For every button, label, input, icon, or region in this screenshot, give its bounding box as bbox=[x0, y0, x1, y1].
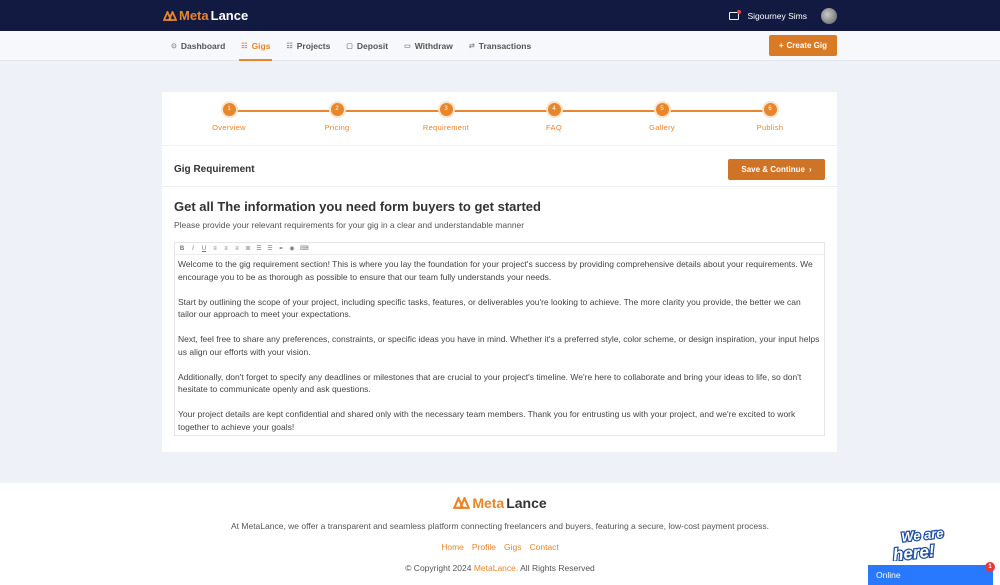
italic-icon[interactable]: I bbox=[190, 246, 196, 252]
brand-suffix: Lance bbox=[210, 8, 249, 23]
step-faq[interactable]: 4 FAQ bbox=[514, 101, 594, 132]
brand-prefix: Meta bbox=[472, 495, 505, 511]
section-header: Gig Requirement Save & Continue › bbox=[162, 152, 837, 187]
step-requirement[interactable]: 3 Requirement bbox=[406, 101, 486, 132]
user-menu[interactable]: Sigourney Sims bbox=[729, 7, 837, 24]
paragraph: Next, feel free to share any preferences… bbox=[178, 334, 820, 357]
align-right-icon[interactable]: ≡ bbox=[234, 246, 240, 252]
copyright-prefix: © Copyright 2024 bbox=[405, 563, 474, 573]
logo-mark-icon bbox=[163, 10, 177, 21]
nav-item-deposit[interactable]: ▢ Deposit bbox=[338, 31, 396, 61]
step-label: Requirement bbox=[422, 123, 470, 132]
nav-bar: ⊙ Dashboard ☷ Gigs ☷ Projects ▢ Deposit ▭ Wit… bbox=[0, 31, 1000, 61]
copyright-suffix: All Rights Reserved bbox=[518, 563, 595, 573]
user-name[interactable]: Sigourney Sims bbox=[747, 11, 807, 21]
step-label: Pricing bbox=[324, 123, 350, 132]
unordered-list-icon[interactable]: ☰ bbox=[267, 245, 273, 252]
section-title: Gig Requirement bbox=[174, 163, 255, 175]
underline-icon[interactable]: U bbox=[201, 246, 207, 252]
top-bar: Meta Lance Sigourney Sims bbox=[0, 0, 1000, 31]
step-number: 2 bbox=[328, 101, 346, 118]
footer-logo[interactable]: Meta Lance bbox=[0, 495, 1000, 511]
footer-link-gigs[interactable]: Gigs bbox=[504, 542, 521, 552]
nav-label: Deposit bbox=[356, 40, 389, 51]
chat-notification-badge: 1 bbox=[985, 562, 995, 572]
footer-link-profile[interactable]: Profile bbox=[472, 542, 496, 552]
step-overview[interactable]: 1 Overview bbox=[189, 101, 269, 132]
code-icon[interactable]: ⌨ bbox=[300, 245, 309, 252]
paragraph: Additionally, don't forget to specify an… bbox=[178, 371, 802, 395]
paragraph: Welcome to the gig requirement section! … bbox=[178, 259, 813, 282]
step-number: 3 bbox=[437, 101, 455, 118]
editor-toolbar: B I U ≡ ≡ ≡ ≣ ☰ ☰ ⚭ ◉ ⌨ bbox=[175, 243, 824, 255]
nav-label: Projects bbox=[296, 40, 331, 51]
paragraph: Your project details are kept confidenti… bbox=[178, 409, 796, 432]
page-subheading: Please provide your relevant requirement… bbox=[174, 220, 525, 230]
link-icon[interactable]: ⚭ bbox=[278, 245, 284, 252]
gigs-icon: ☷ bbox=[241, 42, 248, 50]
brand-suffix: Lance bbox=[506, 495, 547, 511]
nav-label: Withdraw bbox=[414, 40, 453, 51]
editor-content[interactable]: Welcome to the gig requirement section! … bbox=[175, 255, 824, 435]
projects-icon: ☷ bbox=[286, 42, 293, 50]
transactions-icon: ⇄ bbox=[468, 42, 475, 50]
gig-requirement-card: 1 Overview 2 Pricing 3 Requirement 4 FAQ 5 Ga… bbox=[162, 92, 837, 452]
ordered-list-icon[interactable]: ☰ bbox=[256, 245, 262, 252]
progress-stepper: 1 Overview 2 Pricing 3 Requirement 4 FAQ 5 Ga… bbox=[162, 92, 837, 146]
save-continue-button[interactable]: Save & Continue › bbox=[728, 158, 825, 180]
copyright: © Copyright 2024 MetaLance. All Rights R… bbox=[0, 563, 1000, 573]
main-nav: ⊙ Dashboard ☷ Gigs ☷ Projects ▢ Deposit ▭ Wit… bbox=[171, 31, 539, 61]
footer-links: Home Profile Gigs Contact bbox=[0, 542, 1000, 552]
step-label: Gallery bbox=[649, 123, 675, 132]
step-pricing[interactable]: 2 Pricing bbox=[297, 101, 377, 132]
footer-description: At MetaLance, we offer a transparent and… bbox=[231, 521, 769, 531]
step-number: 1 bbox=[220, 101, 238, 118]
step-number: 4 bbox=[545, 101, 563, 118]
create-gig-button[interactable]: + Create Gig bbox=[768, 35, 837, 56]
nav-item-projects[interactable]: ☷ Projects bbox=[278, 31, 338, 61]
align-justify-icon[interactable]: ≣ bbox=[245, 245, 251, 252]
align-center-icon[interactable]: ≡ bbox=[223, 246, 229, 252]
avatar[interactable] bbox=[821, 7, 837, 24]
nav-label: Dashboard bbox=[180, 40, 226, 51]
step-label: Overview bbox=[212, 123, 246, 132]
page-heading: Get all The information you need form bu… bbox=[174, 199, 541, 214]
step-number: 5 bbox=[653, 101, 671, 118]
save-continue-label: Save & Continue bbox=[741, 164, 805, 174]
step-label: Publish bbox=[756, 123, 784, 132]
brand-logo[interactable]: Meta Lance bbox=[163, 8, 248, 23]
withdraw-icon: ▭ bbox=[404, 42, 411, 50]
step-publish[interactable]: 6 Publish bbox=[730, 101, 810, 132]
preview-icon[interactable]: ◉ bbox=[289, 245, 295, 252]
dashboard-icon: ⊙ bbox=[171, 42, 177, 50]
footer: Meta Lance At MetaLance, we offer a trans… bbox=[0, 483, 1000, 585]
nav-item-gigs[interactable]: ☷ Gigs bbox=[233, 31, 278, 61]
logo-mark-icon bbox=[453, 497, 471, 509]
chat-here-text: here! bbox=[892, 541, 936, 561]
nav-item-withdraw[interactable]: ▭ Withdraw bbox=[396, 31, 461, 61]
plus-icon: + bbox=[778, 41, 784, 50]
chevron-right-icon: › bbox=[808, 164, 812, 174]
deposit-icon: ▢ bbox=[346, 42, 353, 50]
nav-label: Gigs bbox=[251, 40, 271, 51]
nav-item-dashboard[interactable]: ⊙ Dashboard bbox=[171, 31, 233, 61]
step-number: 6 bbox=[761, 101, 779, 118]
chat-status: Online bbox=[876, 570, 901, 580]
step-label: FAQ bbox=[546, 123, 562, 132]
bold-icon[interactable]: B bbox=[179, 246, 185, 252]
paragraph: Start by outlining the scope of your pro… bbox=[178, 296, 801, 320]
mail-icon[interactable] bbox=[729, 9, 742, 20]
brand-prefix: Meta bbox=[179, 8, 209, 23]
rich-text-editor[interactable]: B I U ≡ ≡ ≡ ≣ ☰ ☰ ⚭ ◉ ⌨ Welcome to the g… bbox=[174, 242, 825, 436]
nav-item-transactions[interactable]: ⇄ Transactions bbox=[461, 31, 539, 61]
chat-we-are-here-badge[interactable]: We are here! bbox=[888, 525, 966, 561]
create-gig-label: Create Gig bbox=[786, 41, 827, 50]
step-gallery[interactable]: 5 Gallery bbox=[622, 101, 702, 132]
footer-link-home[interactable]: Home bbox=[441, 542, 464, 552]
footer-link-contact[interactable]: Contact bbox=[529, 542, 558, 552]
align-left-icon[interactable]: ≡ bbox=[212, 246, 218, 252]
copyright-brand[interactable]: MetaLance. bbox=[474, 563, 518, 573]
chat-online-bar[interactable]: Online bbox=[868, 565, 993, 585]
nav-label: Transactions bbox=[478, 40, 532, 51]
